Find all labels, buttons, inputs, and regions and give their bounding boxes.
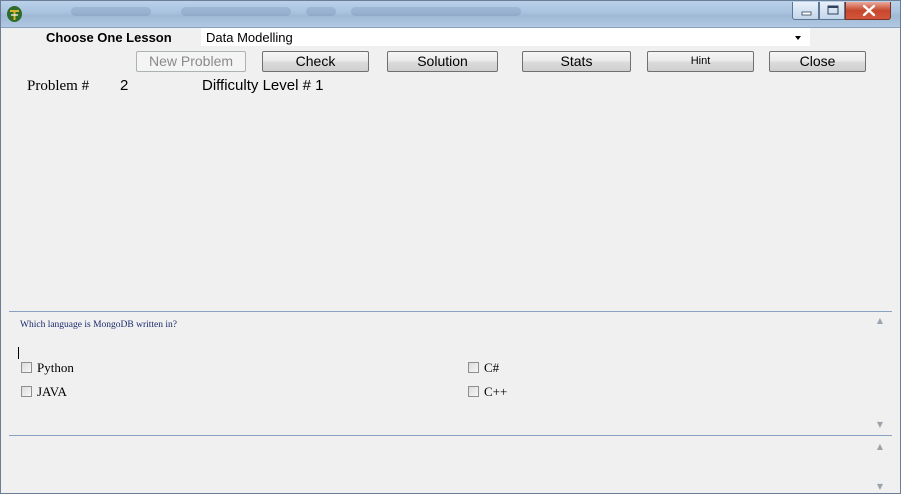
- checkbox[interactable]: [21, 362, 32, 373]
- close-button[interactable]: Close: [769, 51, 866, 72]
- close-window-button[interactable]: [845, 2, 891, 20]
- title-bar[interactable]: [1, 1, 900, 28]
- difficulty-level: Difficulty Level # 1: [202, 77, 324, 94]
- maximize-button[interactable]: [819, 2, 845, 20]
- solution-button[interactable]: Solution: [387, 51, 498, 72]
- minimize-icon: [801, 11, 812, 16]
- checkbox[interactable]: [468, 386, 479, 397]
- scroll-down-icon[interactable]: ▼: [875, 482, 885, 492]
- close-icon: [862, 4, 876, 17]
- text-caret: [18, 347, 19, 359]
- problem-label: Problem #: [27, 78, 90, 94]
- checkbox[interactable]: [21, 386, 32, 397]
- checkbox[interactable]: [468, 362, 479, 373]
- minimize-button[interactable]: [792, 2, 819, 20]
- option-java[interactable]: JAVA: [21, 384, 67, 400]
- option-cpp[interactable]: C++: [468, 384, 507, 400]
- question-text: Which language is MongoDB written in?: [20, 320, 177, 330]
- lesson-label: Choose One Lesson: [46, 30, 172, 45]
- chevron-down-icon: [795, 36, 801, 40]
- scroll-down-icon[interactable]: ▼: [875, 420, 885, 430]
- hint-button[interactable]: Hint: [647, 51, 754, 72]
- lesson-selected-value: Data Modelling: [206, 30, 293, 45]
- lesson-dropdown[interactable]: Data Modelling: [201, 28, 810, 46]
- scroll-up-icon[interactable]: ▲: [875, 316, 885, 326]
- question-panel: Which language is MongoDB written in? Py…: [9, 311, 892, 435]
- check-button[interactable]: Check: [262, 51, 369, 72]
- scroll-up-icon[interactable]: ▲: [875, 442, 885, 452]
- option-python[interactable]: Python: [21, 360, 74, 376]
- app-window: Choose One Lesson Data Modelling New Pro…: [0, 0, 901, 494]
- app-logo-icon: [6, 5, 23, 23]
- option-csharp[interactable]: C#: [468, 360, 499, 376]
- maximize-icon: [827, 5, 839, 15]
- problem-number: 2: [120, 77, 129, 94]
- new-problem-button[interactable]: New Problem: [136, 51, 246, 72]
- stats-button[interactable]: Stats: [522, 51, 631, 72]
- feedback-panel[interactable]: ▲ ▼: [9, 435, 892, 493]
